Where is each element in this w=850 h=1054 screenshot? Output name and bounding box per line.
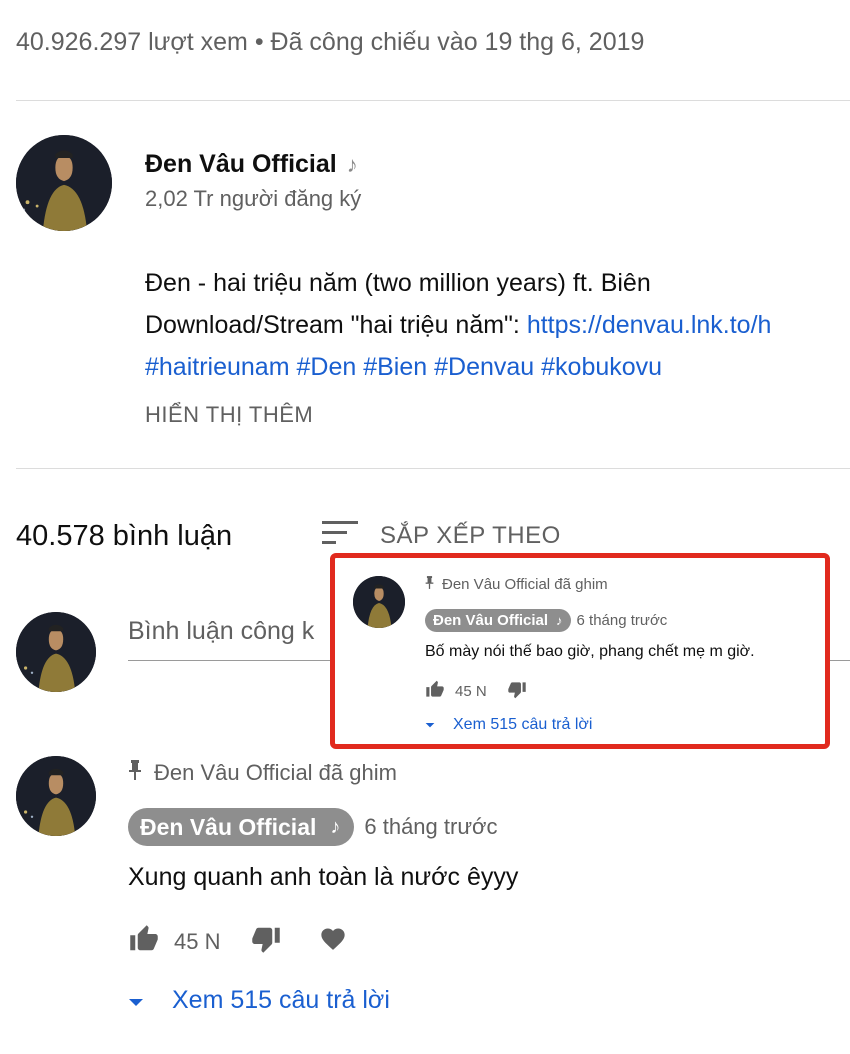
view-replies-label: Xem 515 câu trả lời: [453, 716, 593, 733]
pinned-indicator: Đen Vâu Official đã ghim: [425, 576, 608, 593]
like-icon[interactable]: [425, 680, 445, 703]
dislike-icon[interactable]: [507, 680, 527, 703]
pin-icon: [425, 576, 434, 593]
view-replies-button[interactable]: Xem 515 câu trả lời: [425, 716, 592, 734]
caret-down-icon: [128, 986, 144, 1015]
show-more-button[interactable]: HIỂN THỊ THÊM: [145, 402, 313, 428]
pinned-indicator: Đen Vâu Official đã ghim: [128, 760, 397, 786]
comment-author-name[interactable]: Đen Vâu Official: [140, 814, 316, 841]
hashtag-link[interactable]: #haitrieunam: [145, 353, 290, 381]
music-note-icon: ♪: [346, 152, 358, 177]
comment-time: 6 tháng trước: [364, 814, 498, 839]
like-count: 45 N: [174, 929, 221, 954]
subscriber-count: 2,02 Tr người đăng ký: [145, 186, 362, 211]
comment-author-chip[interactable]: Đen Vâu Official ♪: [128, 808, 355, 846]
channel-avatar[interactable]: [16, 135, 112, 231]
comment-author-chip[interactable]: Đen Vâu Official ♪: [425, 609, 571, 632]
hashtag-link[interactable]: #Bien: [363, 353, 427, 381]
like-count: 45 N: [455, 683, 487, 700]
comment-author-avatar[interactable]: [16, 756, 96, 836]
stream-link[interactable]: https://denvau.lnk.to/h: [527, 311, 772, 339]
heart-icon[interactable]: [318, 925, 348, 959]
comment-input[interactable]: Bình luận công k: [128, 617, 314, 646]
pinned-label: Đen Vâu Official đã ghim: [442, 576, 608, 593]
music-note-icon: ♪: [556, 613, 563, 628]
hashtag-link[interactable]: #kobukovu: [541, 353, 662, 381]
channel-name[interactable]: Đen Vâu Official ♪: [145, 150, 358, 179]
caret-down-icon: [425, 716, 435, 734]
comment-count: 40.578 bình luận: [16, 520, 233, 552]
user-avatar: [16, 612, 96, 692]
highlighted-comment-callout: Đen Vâu Official đã ghim Đen Vâu Officia…: [330, 553, 830, 749]
comment-time: 6 tháng trước: [576, 612, 668, 629]
description-download-text: Download/Stream "hai triệu năm":: [145, 311, 527, 339]
view-replies-button[interactable]: Xem 515 câu trả lời: [128, 986, 390, 1015]
hashtag-link[interactable]: #Den: [296, 353, 356, 381]
channel-name-label[interactable]: Đen Vâu Official: [145, 150, 337, 178]
sort-icon: [322, 520, 358, 551]
comment-author-avatar[interactable]: [353, 576, 405, 628]
sort-label: SẮP XẾP THEO: [380, 521, 561, 549]
comment-author-name[interactable]: Đen Vâu Official: [433, 612, 548, 629]
pinned-label: Đen Vâu Official đã ghim: [154, 760, 397, 785]
music-note-icon: ♪: [330, 815, 341, 838]
divider: [16, 468, 850, 469]
like-icon[interactable]: [128, 924, 160, 960]
video-description: Đen - hai triệu năm (two million years) …: [145, 262, 771, 388]
hashtag-link[interactable]: #Denvau: [434, 353, 534, 381]
comment-actions: 45 N: [425, 680, 527, 703]
hashtag-row: #haitrieunam #Den #Bien #Denvau #kobukov…: [145, 346, 771, 388]
comment-header: Đen Vâu Official ♪ 6 tháng trước: [128, 808, 497, 846]
comment-text: Bố mày nói thế bao giờ, phang chết mẹ m …: [425, 643, 755, 660]
dislike-icon[interactable]: [250, 924, 282, 960]
video-view-count-and-date: 40.926.297 lượt xem • Đã công chiếu vào …: [16, 28, 645, 56]
comment-actions: 45 N: [128, 924, 348, 960]
sort-button[interactable]: SẮP XẾP THEO: [322, 520, 561, 551]
pin-icon: [128, 760, 142, 786]
description-line-1: Đen - hai triệu năm (two million years) …: [145, 269, 651, 297]
description-line-2: Download/Stream "hai triệu năm": https:/…: [145, 304, 771, 346]
divider: [16, 100, 850, 101]
comment-text: Xung quanh anh toàn là nước êyyy: [128, 863, 519, 891]
comment-header: Đen Vâu Official ♪ 6 tháng trước: [425, 609, 667, 632]
view-replies-label: Xem 515 câu trả lời: [172, 986, 390, 1014]
